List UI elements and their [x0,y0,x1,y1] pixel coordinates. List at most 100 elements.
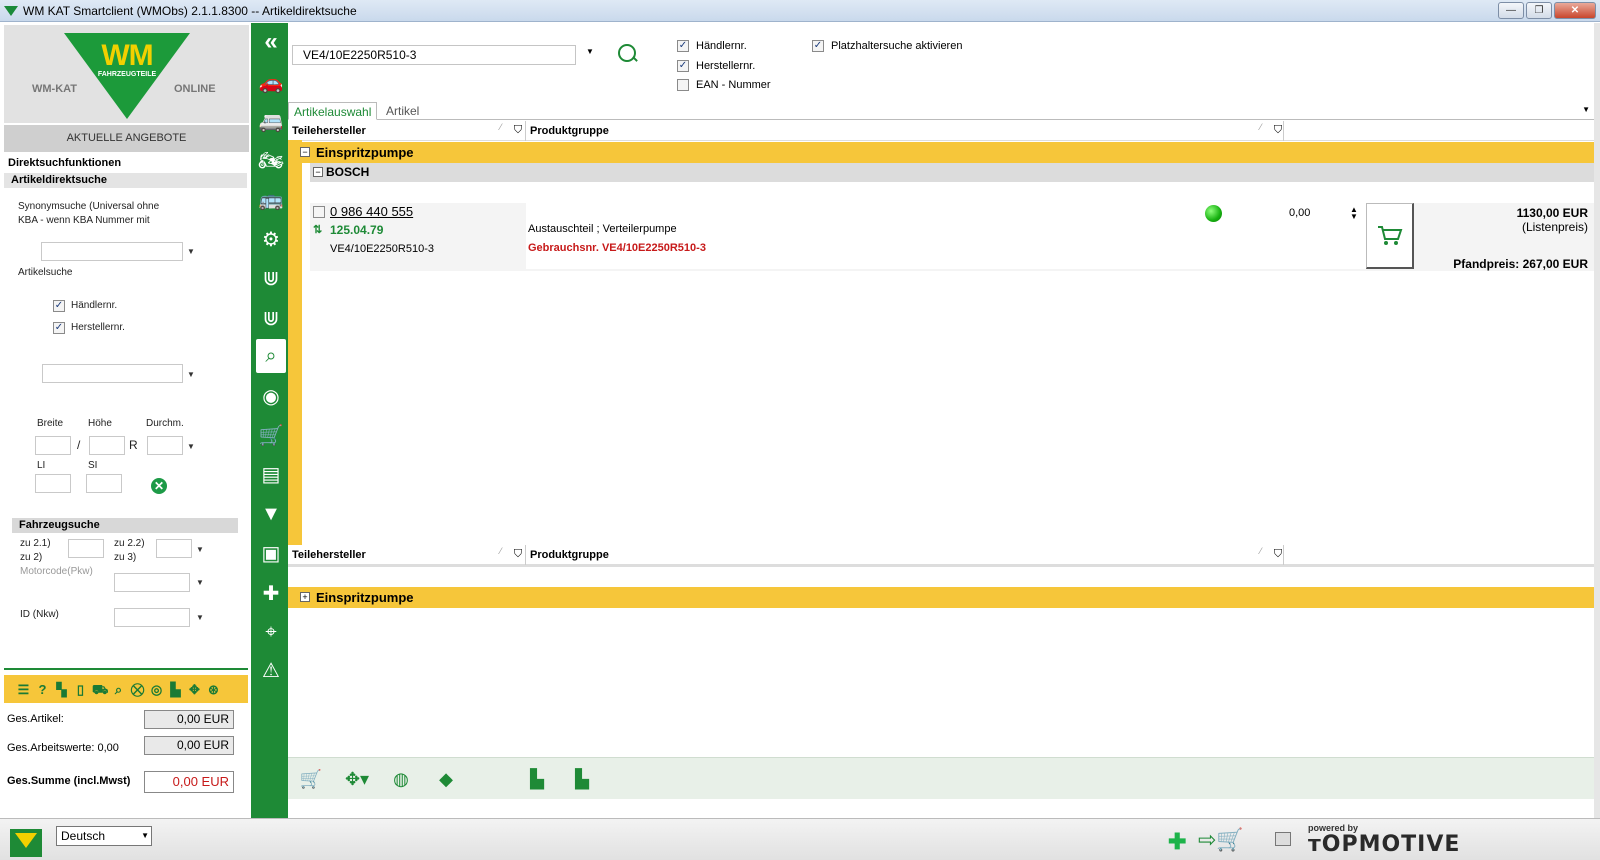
article-search-input[interactable]: VE4/10E2250R510-3 [292,45,576,65]
collapse-icon[interactable]: − [300,147,310,157]
zu2-input[interactable] [68,539,104,558]
zoom-icon[interactable]: ⊛ [206,682,221,697]
article-row[interactable]: 0 986 440 555 ⇅ 125.04.79 VE4/10E2250R51… [310,203,1594,271]
artikelsuche-input[interactable] [42,364,183,383]
synonym-dropdown-icon[interactable]: ▼ [187,247,195,256]
minimize-button[interactable]: — [1498,2,1524,19]
tire-icon[interactable]: ◎ [149,682,164,697]
help-icon[interactable]: ? [35,682,50,697]
camera-icon[interactable]: ◍ [388,767,414,791]
tab-artikel[interactable]: Artikel [381,102,424,120]
zu3-dropdown-icon[interactable]: ▼ [196,545,204,554]
idnkw-dropdown-icon[interactable]: ▼ [196,613,204,622]
opt-hersteller-checkbox[interactable]: ✓ [677,60,689,72]
shop-cart-icon[interactable]: 🛒 [256,418,286,452]
durchm-dropdown-icon[interactable]: ▼ [187,442,195,451]
van-icon[interactable]: 🚐 [256,104,286,138]
si-input[interactable] [86,474,122,493]
search-button[interactable] [618,44,636,62]
autoteam-icon[interactable]: ▼ [256,497,286,531]
pool-icon[interactable]: ▣ [256,536,286,570]
opt-platzhalter-checkbox[interactable]: ✓ [812,40,824,52]
quantity-stepper[interactable]: ▲ ▼ [1348,206,1360,222]
arrows-dropdown-icon[interactable]: ✥▾ [340,767,374,791]
catalog-icon[interactable]: ▤ [256,457,286,491]
col-produktgruppe[interactable]: Produktgruppe [526,121,1284,141]
breite-input[interactable] [35,436,71,455]
tab-menu-icon[interactable]: ▼ [1582,105,1590,114]
language-select[interactable]: Deutsch [56,826,152,846]
col-teilehersteller[interactable]: Teilehersteller [288,121,526,141]
wheel-icon[interactable]: ◉ [256,379,286,413]
puzzle-icon[interactable]: ✚ [256,576,286,610]
haendlernr-checkbox[interactable]: ✓ [53,300,65,312]
durchm-input[interactable] [147,436,183,455]
move-icon[interactable]: ✥ [187,682,202,697]
expand-icon[interactable]: + [300,592,310,602]
truck-icon[interactable]: ⛟ [92,682,108,697]
stop-icon[interactable]: ◆ [433,767,459,791]
filter-icon[interactable]: ⛉ [1272,548,1284,560]
restore-button[interactable]: ❐ [1526,2,1552,19]
factory-eye-icon[interactable]: ▙ [569,767,595,791]
hoehe-input[interactable] [89,436,125,455]
tab-artikelauswahl[interactable]: Artikelauswahl [288,102,378,120]
close-button[interactable]: ✕ [1554,2,1596,19]
idnkw-input[interactable] [114,608,190,627]
search-dropdown-icon[interactable]: ▼ [586,47,594,56]
cart-add-icon[interactable]: 🛒 [298,767,324,791]
opt-ean-checkbox[interactable] [677,79,689,91]
cart-icon[interactable]: ⛒ [130,682,145,697]
factory-icon[interactable]: ▙ [168,682,183,697]
col-teilehersteller[interactable]: Teilehersteller [288,545,526,565]
list-icon[interactable]: ☰ [16,682,31,697]
document-icon[interactable]: ▯ [73,682,88,697]
filter-icon[interactable]: ⛉ [1272,124,1284,136]
article-info-icon[interactable]: ⇅ [313,223,325,236]
exhaust-search-icon[interactable]: ⋓ [256,301,286,335]
col-produktgruppe[interactable]: Produktgruppe [526,545,1284,565]
collapse-icon[interactable]: « [256,25,286,59]
herstellernr-checkbox[interactable]: ✓ [53,322,65,334]
article-checkbox[interactable] [313,206,325,218]
opt-haendler-checkbox[interactable]: ✓ [677,40,689,52]
artikelsuche-dropdown-icon[interactable]: ▼ [187,370,195,379]
clear-icon[interactable]: ✕ [151,478,167,494]
group-row[interactable]: − Einspritzpumpe [288,142,1594,163]
group-row[interactable]: + Einspritzpumpe [288,587,1594,608]
window-icon[interactable] [1275,832,1291,846]
motorcode-dropdown-icon[interactable]: ▼ [196,578,204,587]
exhaust-icon[interactable]: ⋓ [256,261,286,295]
synonym-input[interactable] [41,242,183,261]
direct-search-icon[interactable]: ⌕ [256,339,286,373]
warning-icon[interactable]: ⚠ [256,653,286,687]
brand-row[interactable]: − BOSCH [310,163,1594,182]
article-id[interactable]: 125.04.79 [330,223,383,237]
car-icon[interactable]: 🚗 [256,65,286,99]
availability-icon[interactable] [1205,205,1222,222]
search-icon[interactable]: ⌕ [111,682,126,697]
sort-icon[interactable]: ⁄ [500,546,502,556]
collapse-icon[interactable]: − [313,167,323,177]
sort-icon[interactable]: ⁄ [1260,546,1262,556]
splitter-handle[interactable] [4,668,248,674]
plus-icon[interactable]: ✚ [1168,829,1186,855]
add-to-cart-button[interactable] [1366,203,1414,269]
wm-logo[interactable]: WM FAHRZEUGTEILE WM-KAT ONLINE [4,25,249,123]
axle-icon[interactable]: ⚙ [256,222,286,256]
filter-icon[interactable]: ⛉ [512,124,524,136]
li-input[interactable] [35,474,71,493]
zu3-input[interactable] [156,539,192,558]
sort-icon[interactable]: ⁄ [1260,122,1262,132]
blocks-icon[interactable]: ▚ [54,682,69,697]
bus-icon[interactable]: 🚌 [256,182,286,216]
factory-view-icon[interactable]: ▙ [524,767,550,791]
motorcode-input[interactable] [114,573,190,592]
angebote-button[interactable]: AKTUELLE ANGEBOTE [4,125,249,152]
transfer-cart-icon[interactable]: ⇨🛒 [1198,827,1258,855]
sort-icon[interactable]: ⁄ [500,122,502,132]
artikeldirekt-heading[interactable]: Artikeldirektsuche [4,173,247,188]
map-icon[interactable]: ⌖ [256,615,286,649]
filter-icon[interactable]: ⛉ [512,548,524,560]
motorcycle-icon[interactable]: 🏍 [256,143,286,177]
